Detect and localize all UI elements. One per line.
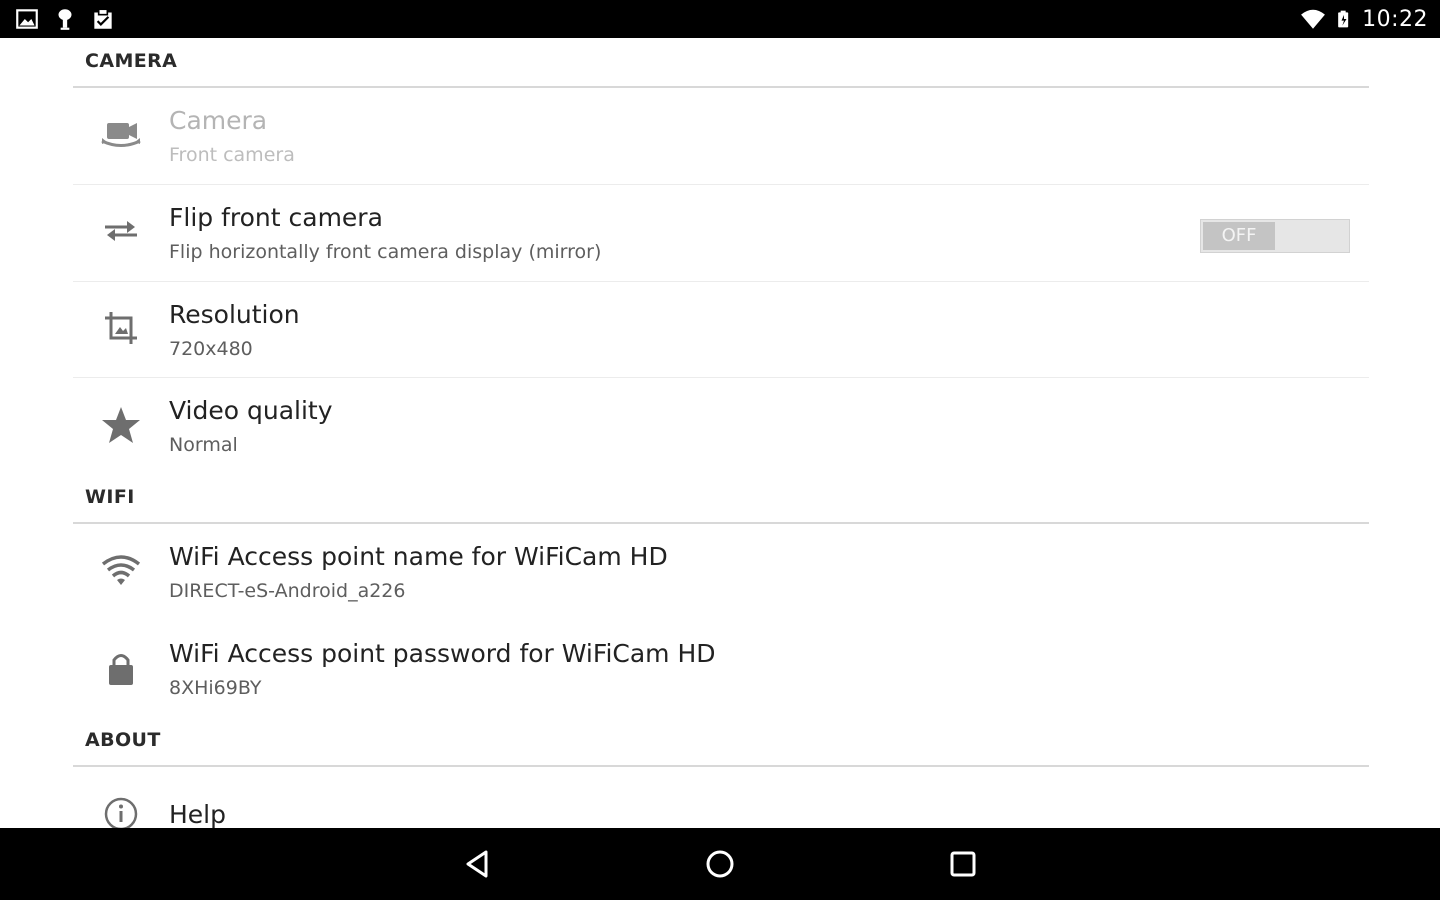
pref-title: Resolution <box>169 300 300 329</box>
pref-summary: Front camera <box>169 144 295 166</box>
clock: 10:22 <box>1362 6 1428 32</box>
crop-icon <box>105 312 137 344</box>
battery-icon <box>1338 10 1349 28</box>
pref-summary: Flip horizontally front camera display (… <box>169 241 602 263</box>
back-icon[interactable] <box>460 846 496 882</box>
pref-title: Help <box>169 800 226 828</box>
wifi-signal-icon <box>1301 9 1326 29</box>
section-title: WIFI <box>85 486 135 508</box>
section-header-about: ABOUT <box>73 717 1369 767</box>
section-header-camera: CAMERA <box>73 38 1369 88</box>
status-bar: 10:22 <box>0 0 1440 38</box>
system-status: 10:22 <box>1300 6 1428 32</box>
wifi-icon <box>101 555 141 585</box>
pref-title: Flip front camera <box>169 203 383 232</box>
pref-summary: 8XHi69BY <box>169 677 262 699</box>
flip-front-camera-toggle[interactable]: OFF <box>1200 219 1350 253</box>
home-icon[interactable] <box>702 846 738 882</box>
pref-title: Video quality <box>169 396 333 425</box>
lock-icon <box>109 654 133 685</box>
swap-arrows-icon <box>105 221 137 241</box>
star-icon <box>102 407 140 443</box>
recents-icon[interactable] <box>945 846 981 882</box>
section-title: ABOUT <box>85 729 161 751</box>
pref-flip-front-camera[interactable]: Flip front camera Flip horizontally fron… <box>73 185 1369 282</box>
section-header-wifi: WIFI <box>73 474 1369 524</box>
pref-summary: 720x480 <box>169 338 253 360</box>
pref-resolution[interactable]: Resolution 720x480 <box>73 282 1369 378</box>
pref-title: WiFi Access point name for WiFiCam HD <box>169 542 668 571</box>
pref-help[interactable]: Help <box>73 768 1369 828</box>
section-title: CAMERA <box>85 50 178 72</box>
settings-list[interactable]: CAMERA Camera Front camera Flip front ca… <box>0 38 1440 828</box>
android-debug-icon <box>58 9 72 30</box>
toggle-thumb: OFF <box>1203 222 1275 250</box>
pref-summary: Normal <box>169 434 238 456</box>
pref-title: Camera <box>169 106 268 135</box>
pref-title: WiFi Access point password for WiFiCam H… <box>169 639 716 668</box>
clipboard-icon <box>94 8 112 29</box>
pref-camera: Camera Front camera <box>73 88 1369 185</box>
pref-summary: DIRECT-eS-Android_a226 <box>169 580 406 602</box>
navigation-bar <box>0 828 1440 900</box>
notification-icons <box>14 6 116 32</box>
pref-wifi-ap-password[interactable]: WiFi Access point password for WiFiCam H… <box>73 621 1369 717</box>
info-icon <box>104 797 138 828</box>
pref-video-quality[interactable]: Video quality Normal <box>73 378 1369 474</box>
pref-wifi-ap-name[interactable]: WiFi Access point name for WiFiCam HD DI… <box>73 524 1369 621</box>
image-icon <box>16 9 38 29</box>
switch-camera-icon <box>101 123 141 147</box>
